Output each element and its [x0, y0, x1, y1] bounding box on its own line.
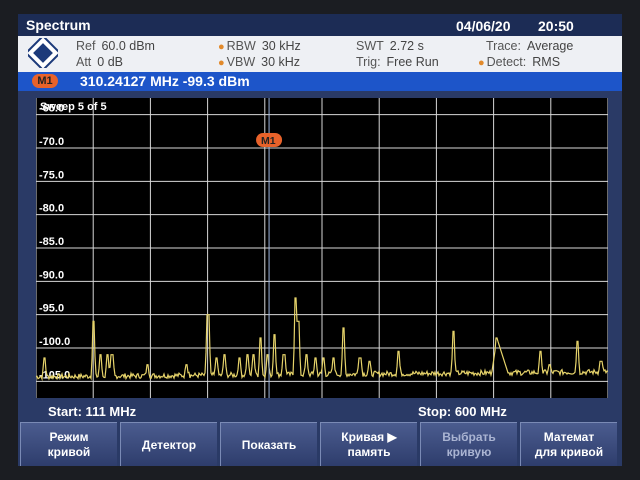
softkey-row: Режим кривой Детектор Показать Кривая ▶ па… — [18, 422, 622, 466]
vbw-setting[interactable]: ● VBW 30 kHz — [218, 55, 300, 69]
rbw-setting[interactable]: ● RBW 30 kHz — [218, 39, 301, 53]
y-tick-labels: -65.0-70.0-75.0-80.0-85.0-90.0-95.0-100.… — [39, 103, 70, 382]
y-tick-label: -100.0 — [39, 336, 70, 348]
coupling-dot-icon: ● — [218, 57, 225, 69]
y-tick-label: -75.0 — [39, 169, 64, 181]
stop-frequency[interactable]: Stop: 600 MHz — [418, 404, 507, 419]
softkey-trace-to-memory[interactable]: Кривая ▶ память — [320, 422, 417, 466]
spectrum-plot[interactable]: -65.0 -70.0 -75.0 -80.0 -85.0 -90.0 -95.0 -100.… — [36, 98, 608, 398]
softkey-trace-mode[interactable]: Режим кривой — [20, 422, 117, 466]
start-frequency[interactable]: Start: 111 MHz — [48, 404, 136, 419]
ref-level-setting[interactable]: Ref 60.0 dBm — [76, 39, 155, 53]
title-bar: Spectrum 04/06/20 20:50 — [18, 14, 622, 36]
marker-readout: 310.24127 MHz -99.3 dBm — [80, 73, 250, 89]
trigger-setting[interactable]: Trig: Free Run — [356, 55, 439, 69]
softkey-show[interactable]: Показать — [220, 422, 317, 466]
settings-panel: Ref 60.0 dBm Att 0 dB ● RBW 30 kHz ● VBW 30 kH… — [18, 36, 622, 72]
y-tick-label: -90.0 — [39, 269, 64, 281]
coupling-dot-icon: ● — [218, 41, 225, 53]
date-display: 04/06/20 — [456, 18, 511, 34]
marker-flag[interactable]: M1 — [256, 133, 283, 147]
softkey-select-trace[interactable]: Выбрать кривую — [420, 422, 517, 466]
brand-logo-icon — [28, 38, 58, 68]
y-tick-label: -70.0 — [39, 136, 64, 148]
y-tick-label: -95.0 — [39, 303, 64, 315]
time-display: 20:50 — [538, 18, 574, 34]
sweep-counter: Sweep 5 of 5 — [40, 101, 107, 113]
softkey-detector[interactable]: Детектор — [120, 422, 217, 466]
detector-setting[interactable]: ● Detect: RMS — [478, 55, 560, 69]
y-tick-label: -85.0 — [39, 236, 64, 248]
trace-mode-setting[interactable]: Trace: Average — [486, 39, 573, 53]
marker-readout-bar: M1 310.24127 MHz -99.3 dBm — [18, 72, 622, 91]
attenuation-setting[interactable]: Att 0 dB — [76, 55, 123, 69]
marker-badge[interactable]: M1 — [32, 74, 58, 88]
plot-grid — [36, 98, 608, 398]
sweep-time-setting[interactable]: SWT 2.72 s — [356, 39, 424, 53]
softkey-trace-math[interactable]: Математ для кривой — [520, 422, 617, 466]
marker-flag-label: M1 — [261, 135, 276, 147]
analyzer-screen: Spectrum 04/06/20 20:50 Ref 60.0 dBm Att 0… — [18, 14, 622, 466]
app-title: Spectrum — [26, 17, 91, 33]
frequency-span-bar: Start: 111 MHz Stop: 600 MHz — [18, 402, 622, 420]
coupling-dot-icon: ● — [478, 57, 485, 69]
spectrum-chart[interactable]: -65.0-70.0-75.0-80.0-85.0-90.0-95.0-100.… — [36, 98, 608, 398]
y-tick-label: -80.0 — [39, 203, 64, 215]
